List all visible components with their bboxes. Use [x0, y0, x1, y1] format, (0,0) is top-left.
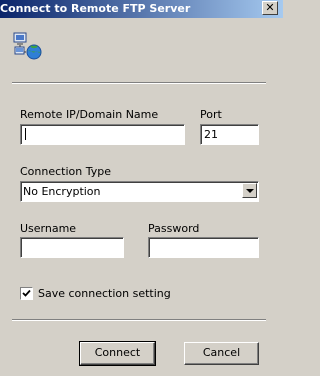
password-input[interactable]: [148, 237, 259, 258]
save-setting-checkbox[interactable]: [20, 287, 33, 300]
connection-type-select[interactable]: No Encryption: [20, 181, 259, 202]
password-label: Password: [148, 222, 200, 235]
port-input[interactable]: 21: [200, 124, 259, 145]
remote-address-label: Remote IP/Domain Name: [20, 108, 159, 121]
connection-type-value: No Encryption: [23, 185, 101, 198]
connect-button[interactable]: Connect: [79, 341, 156, 366]
connection-type-label: Connection Type: [20, 165, 112, 178]
port-label: Port: [200, 108, 222, 121]
close-button[interactable]: ✕: [262, 1, 278, 15]
username-input[interactable]: [20, 237, 124, 258]
title-bar: Connect to Remote FTP Server ✕: [0, 0, 283, 18]
remote-address-input[interactable]: [20, 124, 185, 145]
save-setting-label[interactable]: Save connection setting: [38, 287, 171, 300]
cancel-button[interactable]: Cancel: [184, 342, 259, 365]
window-title: Connect to Remote FTP Server: [0, 2, 191, 15]
network-computers-globe-icon: [13, 32, 42, 60]
separator-bottom: [12, 319, 266, 321]
text-caret: [25, 128, 26, 140]
separator-top: [12, 82, 266, 84]
username-label: Username: [20, 222, 77, 235]
checkmark-icon: [22, 289, 31, 297]
chevron-down-icon[interactable]: [242, 183, 257, 198]
